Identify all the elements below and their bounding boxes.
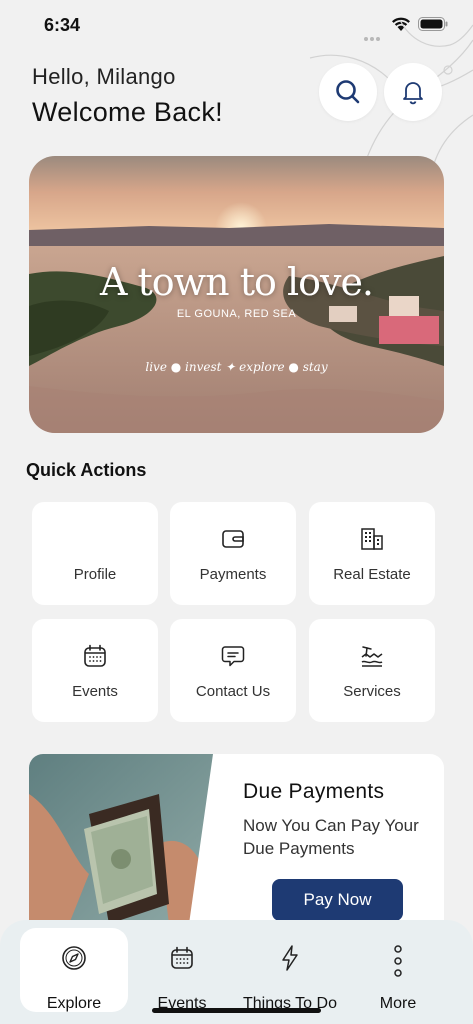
quick-action-label: Services [343,683,401,700]
calendar-icon [171,946,193,969]
quick-action-label: Events [72,683,118,700]
wallet-icon [222,530,244,548]
beach-icon [361,646,383,667]
home-indicator[interactable] [152,1008,321,1013]
hero-title: A town to love. [99,260,374,304]
building-icon [361,528,383,550]
quick-action-profile[interactable]: Profile [32,502,158,605]
quick-action-label: Contact Us [195,683,271,700]
quick-action-real-estate[interactable]: Real Estate [309,502,435,605]
nav-item-more[interactable]: More [344,928,452,1012]
compass-icon [62,946,86,970]
lightning-icon [282,945,298,971]
status-time: 6:34 [44,15,81,35]
nav-item-events[interactable]: Events [128,928,236,1012]
pay-now-button[interactable]: Pay Now [272,879,403,921]
quick-action-services[interactable]: Services [309,619,435,722]
page-title: Welcome Back! [32,97,223,127]
quick-action-label: Payments [199,566,267,583]
notifications-button[interactable] [384,63,442,121]
promo-description: Now You Can Pay Your Due Payments [243,816,419,858]
more-vertical-icon [394,945,402,977]
search-icon [336,80,360,104]
calendar-icon [84,644,106,667]
greeting-text: Hello, Milango [32,64,176,89]
bell-icon [403,82,423,105]
nav-label: More [379,995,417,1012]
chat-icon [221,646,245,667]
hero-subtitle: EL GOUNA, RED SEA [176,308,297,320]
nav-item-things-to-do[interactable]: Things To Do [236,928,344,1012]
due-payments-card: Due Payments Now You Can Pay Your Due Pa… [29,754,444,924]
quick-action-label: Profile [73,566,117,583]
promo-divider [189,754,219,924]
quick-action-label: Real Estate [333,566,411,583]
hero-banner[interactable]: A town to love. EL GOUNA, RED SEA live ●… [29,156,444,433]
quick-action-events[interactable]: Events [32,619,158,722]
quick-action-contact-us[interactable]: Contact Us [170,619,296,722]
wallet-photo [29,754,213,924]
promo-title: Due Payments [243,780,385,803]
nav-label: Explore [46,995,102,1012]
nav-item-explore[interactable]: Explore [20,928,128,1012]
quick-actions-heading: Quick Actions [26,460,147,480]
search-button[interactable] [319,63,377,121]
hero-tagline: live ● invest ✦ explore ● stay [145,360,328,374]
quick-action-payments[interactable]: Payments [170,502,296,605]
